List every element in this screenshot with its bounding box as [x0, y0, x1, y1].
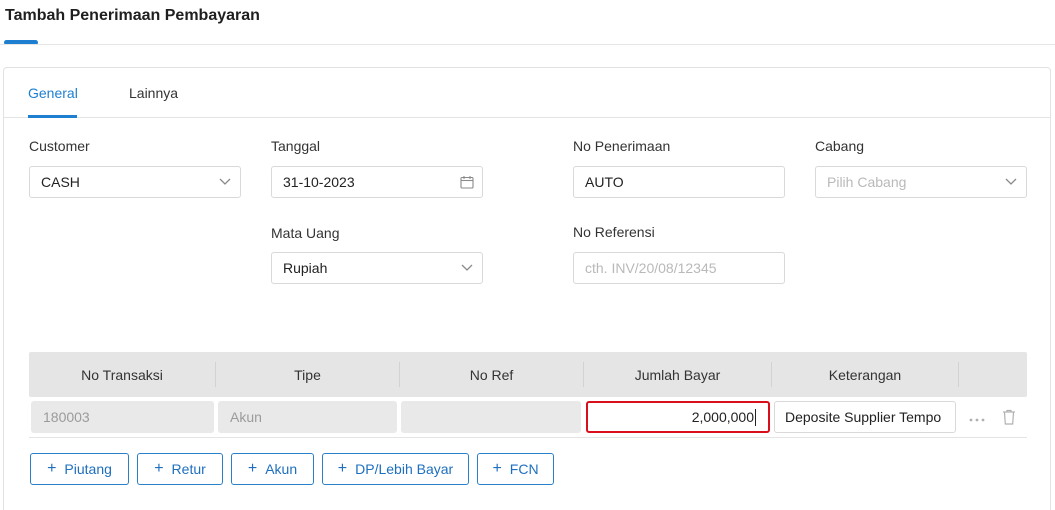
- add-piutang-label: Piutang: [64, 461, 112, 477]
- no-penerimaan-value: AUTO: [585, 174, 624, 190]
- cabang-placeholder: Pilih Cabang: [827, 174, 907, 190]
- chevron-down-icon: [210, 178, 240, 186]
- plus-icon: +: [47, 460, 57, 477]
- add-akun-label: Akun: [265, 461, 298, 477]
- no-referensi-input[interactable]: cth. INV/20/08/12345: [573, 252, 785, 284]
- customer-value: CASH: [41, 174, 80, 190]
- row-tipe: Akun: [218, 401, 397, 433]
- add-dp-lebih-bayar-label: DP/Lebih Bayar: [355, 461, 454, 477]
- chevron-down-icon: [452, 264, 482, 272]
- row-no-transaksi: 180003: [31, 401, 214, 433]
- customer-label: Customer: [29, 138, 90, 154]
- more-options-icon[interactable]: [969, 409, 985, 425]
- col-no-transaksi: No Transaksi: [81, 366, 163, 383]
- tab-general[interactable]: General: [28, 85, 78, 101]
- col-no-ref: No Ref: [469, 366, 514, 383]
- plus-icon: +: [337, 460, 348, 477]
- no-referensi-label: No Referensi: [573, 224, 655, 240]
- mata-uang-value: Rupiah: [283, 260, 328, 276]
- tanggal-datepicker[interactable]: 31-10-2023: [271, 166, 483, 198]
- add-fcn-label: FCN: [509, 461, 539, 477]
- add-dp-lebih-bayar-button[interactable]: + DP/Lebih Bayar: [322, 453, 469, 485]
- add-piutang-button[interactable]: + Piutang: [30, 453, 129, 485]
- row-no-ref: [401, 401, 581, 433]
- tab-lainnya[interactable]: Lainnya: [129, 85, 178, 101]
- form-card: General Lainnya Customer Tanggal No Pene…: [3, 67, 1051, 510]
- plus-icon: +: [154, 460, 164, 477]
- trash-icon[interactable]: [1002, 409, 1016, 428]
- add-akun-button[interactable]: + Akun: [231, 453, 314, 485]
- add-retur-button[interactable]: + Retur: [137, 453, 223, 485]
- col-jumlah-bayar: Jumlah Bayar: [634, 366, 721, 383]
- cabang-select[interactable]: Pilih Cabang: [815, 166, 1027, 198]
- no-penerimaan-input[interactable]: AUTO: [573, 166, 785, 198]
- tanggal-value: 31-10-2023: [283, 174, 355, 190]
- text-cursor: [755, 408, 756, 426]
- plus-icon: +: [247, 460, 258, 477]
- table-header: No Transaksi Tipe No Ref Jumlah Bayar Ke…: [29, 352, 1027, 397]
- col-tipe: Tipe: [294, 366, 321, 383]
- row-keterangan-input[interactable]: Deposite Supplier Tempo: [774, 401, 956, 433]
- tanggal-label: Tanggal: [271, 138, 321, 154]
- no-penerimaan-label: No Penerimaan: [573, 138, 671, 154]
- column-divider: [958, 362, 959, 387]
- col-keterangan: Keterangan: [828, 366, 902, 383]
- chevron-down-icon: [996, 178, 1026, 186]
- cabang-label: Cabang: [815, 138, 865, 154]
- add-retur-label: Retur: [171, 461, 206, 477]
- tab-bar: General Lainnya: [4, 68, 1050, 118]
- active-tab-indicator: [28, 115, 77, 118]
- plus-icon: +: [492, 460, 502, 477]
- customer-select[interactable]: CASH: [29, 166, 241, 198]
- title-divider: [0, 44, 1055, 45]
- mata-uang-label: Mata Uang: [271, 225, 340, 241]
- row-divider: [29, 437, 1027, 438]
- page-title: Tambah Penerimaan Pembayaran: [5, 7, 260, 24]
- add-fcn-button[interactable]: + FCN: [477, 453, 554, 485]
- calendar-icon: [452, 175, 482, 189]
- no-referensi-placeholder: cth. INV/20/08/12345: [585, 260, 717, 276]
- mata-uang-select[interactable]: Rupiah: [271, 252, 483, 284]
- row-jumlah-bayar-input[interactable]: 2,000,000: [586, 401, 770, 433]
- jumlah-bayar-value: 2,000,000: [691, 409, 754, 425]
